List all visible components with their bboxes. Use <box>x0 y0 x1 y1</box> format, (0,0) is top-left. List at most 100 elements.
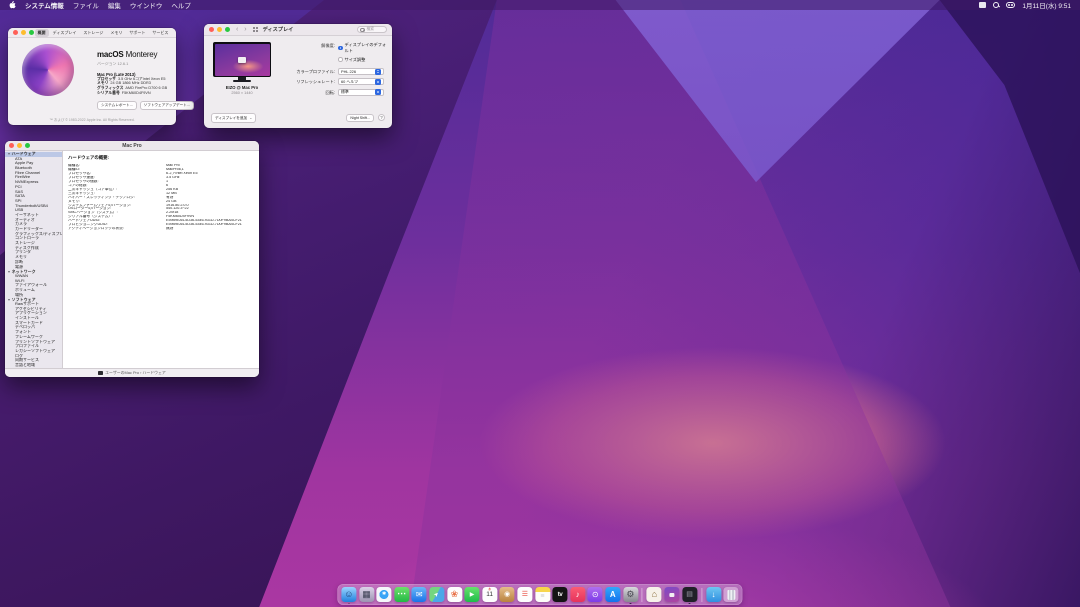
menu-item[interactable]: ファイル <box>73 0 99 10</box>
minimize-button[interactable] <box>217 27 222 32</box>
hardware-overview-rows: 機種名:Mac Pro機種ID:MacPro6,1プロセッサ名:6コアIntel… <box>68 164 259 231</box>
apple-menu-icon[interactable] <box>9 1 16 9</box>
menu-item[interactable]: 編集 <box>108 0 121 10</box>
rotation-select[interactable]: 標準 <box>338 89 384 96</box>
about-tab[interactable]: メモリ <box>107 29 125 37</box>
resolution-label: 解像度: <box>276 43 338 49</box>
about-this-mac-window: 概要ディスプレイストレージメモリサポートサービス macOS Monterey … <box>8 28 176 125</box>
resolution-default-radio[interactable]: ディスプレイのデフォルト <box>338 42 388 54</box>
stepper-icon <box>375 69 381 75</box>
dock: 水11 <box>337 584 742 605</box>
about-tab[interactable]: 概要 <box>35 29 49 37</box>
stepper-icon <box>375 79 381 85</box>
display-thumbnail <box>213 42 271 77</box>
about-tab[interactable]: ディスプレイ <box>50 29 80 37</box>
sysinfo-status-bar: ユーザーのMac Pro › ハードウェア <box>5 368 259 377</box>
about-title-bar[interactable]: 概要ディスプレイストレージメモリサポートサービス <box>8 28 176 38</box>
window-title: Mac Pro <box>5 143 259 149</box>
search-input[interactable]: 検索 <box>357 26 387 33</box>
dock-item-min-display-icon[interactable] <box>664 587 679 602</box>
stepper-icon <box>375 89 381 95</box>
dock-item-safari-icon[interactable] <box>377 587 392 602</box>
dock-item-launchpad-icon[interactable] <box>359 587 374 602</box>
system-information-window: Mac Pro ハードウェアATAApple PayBluetoothFibre… <box>5 141 259 377</box>
close-button[interactable] <box>209 27 214 32</box>
dock-item-facetime-icon[interactable] <box>465 587 480 602</box>
hardware-overview-title: ハードウェアの概要: <box>68 155 259 161</box>
os-title: macOS Monterey <box>97 50 172 59</box>
sysinfo-sidebar[interactable]: ハードウェアATAApple PayBluetoothFibre Channel… <box>5 151 63 368</box>
sysinfo-title-bar[interactable]: Mac Pro <box>5 141 259 151</box>
help-button[interactable]: ? <box>378 114 385 121</box>
control-center-icon[interactable] <box>1006 2 1015 8</box>
dock-item-home-icon[interactable] <box>647 587 662 602</box>
refresh-rate-label: リフレッシュレート: <box>276 79 338 85</box>
about-tab-bar: 概要ディスプレイストレージメモリサポートサービス <box>34 29 172 37</box>
software-update-button[interactable]: ソフトウェアアップデート... <box>140 101 194 110</box>
app-menu-title[interactable]: システム情報 <box>25 0 64 10</box>
menu-item[interactable]: ヘルプ <box>171 0 191 10</box>
dock-item-music-icon[interactable] <box>570 587 585 602</box>
spotlight-search-icon[interactable] <box>993 2 999 8</box>
dock-item-sysinfo-icon[interactable] <box>682 587 697 602</box>
color-profile-select[interactable]: PHL 226 <box>338 68 384 75</box>
dock-item-notes-icon[interactable] <box>535 587 550 602</box>
window-title: ディスプレイ <box>263 26 294 33</box>
display-toolbar[interactable]: ‹ › ディスプレイ 検索 <box>204 24 392 36</box>
mac-icon <box>98 371 103 374</box>
dock-item-mail-icon[interactable] <box>412 587 427 602</box>
menu-bar-clock[interactable]: 1月11日(水) 9:51 <box>1022 0 1071 10</box>
back-forward-buttons[interactable]: ‹ › <box>236 26 249 33</box>
resolution-scaled-radio[interactable]: サイズ調整 <box>338 57 388 63</box>
dock-item-messages-icon[interactable] <box>394 587 409 602</box>
dock-item-downloads-icon[interactable] <box>706 587 721 602</box>
show-all-icon[interactable] <box>253 27 259 32</box>
dock-item-finder-icon[interactable] <box>341 587 356 602</box>
menu-item[interactable]: ウインドウ <box>130 0 163 10</box>
dock-item-maps-icon[interactable] <box>429 587 444 602</box>
system-report-button[interactable]: システムレポート... <box>97 101 137 110</box>
screen-mirroring-icon[interactable] <box>979 2 986 8</box>
disclosure-triangle-icon[interactable] <box>8 299 10 301</box>
radio-icon <box>338 57 343 62</box>
dock-item-contacts-icon[interactable] <box>500 587 515 602</box>
menu-bar: システム情報 ファイル編集ウインドウヘルプ 1月11日(水) 9:51 <box>0 0 1080 10</box>
rotation-label: 回転: <box>276 90 338 96</box>
display-name: EIZO @ Mac Pro <box>212 85 272 90</box>
running-indicator <box>689 603 691 605</box>
info-row: アクティベーションロックの状況:無効 <box>68 227 259 231</box>
radio-selected-icon <box>338 46 343 51</box>
about-tab[interactable]: サービス <box>149 29 171 37</box>
refresh-rate-select[interactable]: 60 ヘルツ <box>338 78 384 85</box>
about-specs: プロセッサ3.5 GHz 6コアIntel Xeon E5メモリ24 GB 18… <box>97 77 172 97</box>
minimize-button[interactable] <box>21 30 26 35</box>
dock-item-tv-icon[interactable] <box>553 587 568 602</box>
dock-item-settings-icon[interactable] <box>623 587 638 602</box>
dock-separator <box>701 588 702 602</box>
spec-row: シリアル番号F5KM60D4F9VN <box>97 91 172 96</box>
dock-item-calendar-icon[interactable]: 水11 <box>482 587 497 602</box>
menu-list: ファイル編集ウインドウヘルプ <box>73 0 191 10</box>
dock-item-trash-icon[interactable] <box>724 587 739 602</box>
disclosure-triangle-icon[interactable] <box>8 271 10 273</box>
about-tab[interactable]: サポート <box>126 29 148 37</box>
add-display-button[interactable]: ディスプレイを追加⌄ <box>211 113 256 123</box>
close-button[interactable] <box>13 30 18 35</box>
display-resolution: 2560 × 1440 <box>212 91 272 95</box>
search-icon <box>360 27 365 32</box>
display-preferences-window: ‹ › ディスプレイ 検索 EIZO @ Mac Pro 2560 × 1440… <box>204 24 392 128</box>
running-indicator <box>629 603 631 605</box>
color-profile-label: カラープロファイル: <box>276 69 338 75</box>
about-tab[interactable]: ストレージ <box>80 29 106 37</box>
copyright-footer: ™ および © 1983-2022 Apple Inc. All Rights … <box>8 118 176 123</box>
dock-item-appstore-icon[interactable] <box>605 587 620 602</box>
disclosure-triangle-icon[interactable] <box>8 153 10 155</box>
chevron-down-icon: ⌄ <box>249 115 252 120</box>
dock-item-podcasts-icon[interactable] <box>588 587 603 602</box>
night-shift-button[interactable]: Night Shift... <box>346 114 374 122</box>
dock-item-reminders-icon[interactable] <box>517 587 532 602</box>
dock-separator <box>642 588 643 602</box>
running-indicator <box>348 603 350 605</box>
zoom-button[interactable] <box>225 27 230 32</box>
dock-item-photos-icon[interactable] <box>447 587 462 602</box>
